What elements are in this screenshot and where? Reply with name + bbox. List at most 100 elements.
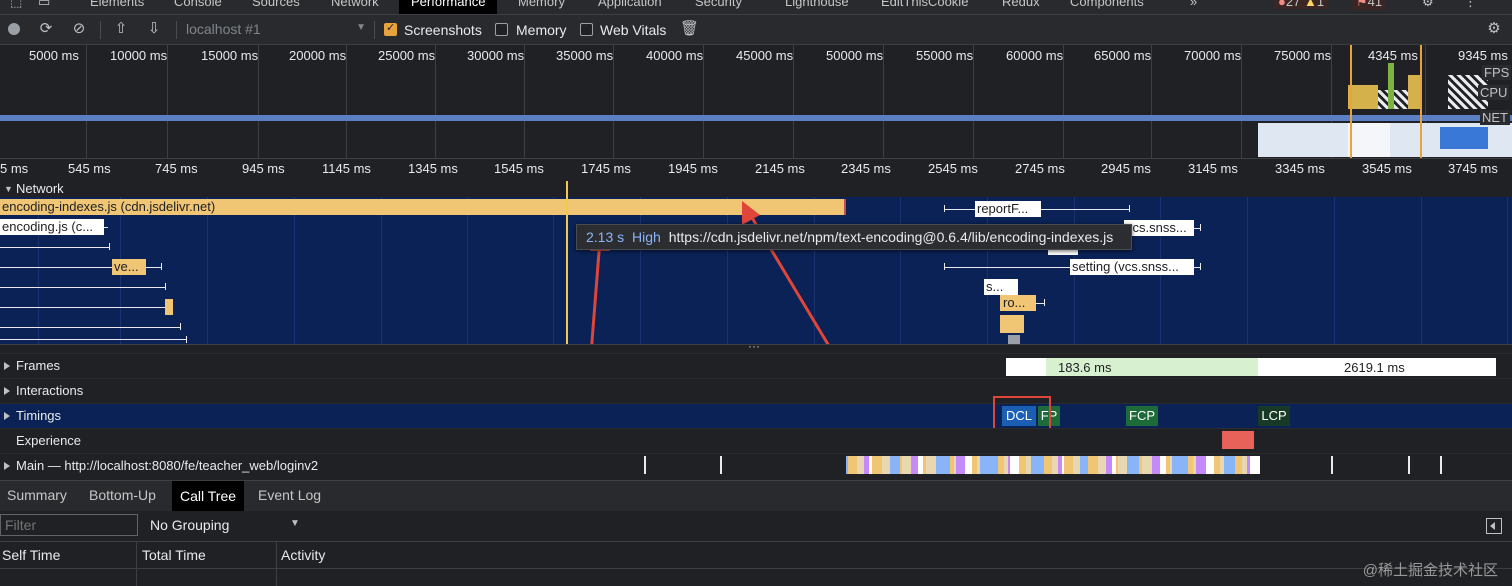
column-total-time[interactable]: Total Time [142,547,206,563]
tab-redux[interactable]: Redux [1002,0,1040,9]
tab-performance[interactable]: Performance [399,0,498,14]
main-task-block[interactable] [1088,456,1098,474]
upload-profile-icon[interactable]: ⇧ [113,21,129,37]
main-task-block[interactable] [1172,456,1181,474]
main-task-block[interactable] [902,456,911,474]
main-task-block[interactable] [1408,456,1410,474]
cpu-lane-label: CPU [1478,85,1510,100]
main-task-block[interactable] [1010,456,1019,474]
tab-application[interactable]: Application [598,0,662,9]
column-activity[interactable]: Activity [281,547,325,563]
selection-right-handle[interactable] [1420,45,1422,158]
toolbar-divider [176,21,177,39]
tab-bottom-up[interactable]: Bottom-Up [89,487,156,503]
settings-gear-icon[interactable]: ⚙ [1422,0,1434,10]
main-task-block[interactable] [882,456,890,474]
main-task-block[interactable] [1064,456,1073,474]
web-vitals-checkbox[interactable] [580,23,593,36]
target-select[interactable]: localhost #1 ▼ [186,21,366,39]
filter-input[interactable] [0,514,138,536]
frame-duration[interactable]: 183.6 ms [1058,360,1111,375]
tab-event-log[interactable]: Event Log [258,487,321,503]
main-task-block[interactable] [1118,456,1127,474]
main-task-block[interactable] [990,456,998,474]
main-task-block[interactable] [926,456,936,474]
fcp-marker[interactable]: FCP [1126,406,1158,426]
main-task-block[interactable] [980,456,990,474]
frames-track[interactable]: Frames 183.6 ms 2619.1 ms [0,353,1512,378]
experience-track[interactable]: Experience [0,428,1512,453]
main-task-block[interactable] [1196,456,1206,474]
main-task-block[interactable] [911,456,918,474]
main-task-block[interactable] [720,456,722,474]
tab-editthiscookie[interactable]: EditThisCookie [881,0,968,9]
main-task-block[interactable] [857,456,864,474]
device-toggle-icon[interactable]: ▭ [38,0,50,10]
main-task-block[interactable] [1073,456,1080,474]
main-task-block[interactable] [1250,456,1260,474]
target-select-value: localhost #1 [186,21,261,37]
column-self-time[interactable]: Self Time [2,547,60,563]
issues-badge[interactable]: ⚑41 [1352,0,1387,10]
tab-call-tree[interactable]: Call Tree [172,481,245,511]
memory-checkbox[interactable] [495,23,508,36]
selection-left-handle[interactable] [1350,45,1352,158]
main-task-block[interactable] [644,456,646,474]
frame-duration[interactable]: 2619.1 ms [1344,360,1405,375]
tab-summary[interactable]: Summary [7,487,67,503]
record-icon[interactable] [6,21,22,37]
main-task-block[interactable] [1034,456,1044,474]
more-tabs-icon[interactable]: » [1190,0,1197,9]
main-task-block[interactable] [1127,456,1134,474]
ruler-tick-label: 3745 ms [1448,161,1498,176]
main-task-block[interactable] [1226,456,1235,474]
main-task-block[interactable] [1181,456,1188,474]
main-task-block[interactable] [1440,456,1442,474]
tab-lighthouse[interactable]: Lighthouse [785,0,849,9]
timeline-overview[interactable]: 5000 ms 10000 ms 15000 ms 20000 ms 25000 ms 3… [0,45,1512,158]
main-task-block[interactable] [1098,456,1106,474]
timings-track[interactable]: Timings DCL FP FCP LCP [0,396,1512,444]
download-profile-icon[interactable]: ⇩ [146,21,162,37]
overview-grid-line [258,45,259,158]
error-count-badge[interactable]: ●27 ▲1 [1274,0,1329,9]
tab-sources[interactable]: Sources [252,0,300,9]
tab-console[interactable]: Console [174,0,222,9]
main-thread-track[interactable]: Main — http://localhost:8080/fe/teacher_… [0,453,1512,478]
lcp-marker[interactable]: LCP [1258,406,1290,426]
main-task-block[interactable] [1142,456,1152,474]
clear-icon[interactable]: ⊘ [71,21,87,37]
toggle-sidebar-icon[interactable] [1486,518,1502,534]
tab-elements[interactable]: Elements [90,0,144,9]
main-task-block[interactable] [1044,456,1052,474]
main-task-block[interactable] [1019,456,1026,474]
overview-grid-line [86,45,87,158]
tab-security[interactable]: Security [695,0,742,9]
main-task-block[interactable] [1235,456,1242,474]
more-menu-icon[interactable]: ⋮ [1464,0,1477,10]
tab-network[interactable]: Network [331,0,379,9]
overview-grid-line [1063,45,1064,158]
tab-components[interactable]: Components [1070,0,1144,9]
main-task-block[interactable] [1152,456,1160,474]
overview-grid-line [1241,45,1242,158]
main-task-block[interactable] [936,456,944,474]
network-track: ▼ Network encoding-indexes.js (cdn.jsdel… [0,181,1512,344]
capture-settings-gear-icon[interactable]: ⚙ [1486,21,1502,37]
screenshots-checkbox[interactable] [384,21,397,36]
tab-memory[interactable]: Memory [518,0,565,9]
main-task-block[interactable] [872,456,882,474]
overview-tick-label: 75000 ms [1274,48,1332,63]
main-task-block[interactable] [848,456,857,474]
main-task-block[interactable] [1206,456,1214,474]
trash-icon[interactable]: 🗑 [680,21,699,37]
main-task-block[interactable] [965,456,972,474]
grouping-select[interactable]: No Grouping ▼ [150,517,300,535]
reload-record-icon[interactable]: ⟳ [38,21,54,37]
interactions-track[interactable]: Interactions [0,378,1512,403]
main-task-block[interactable] [1331,456,1333,474]
layout-shift-marker[interactable] [1222,431,1254,449]
overview-tick-label: 50000 ms [826,48,884,63]
main-task-block[interactable] [956,456,965,474]
inspect-icon[interactable]: ⬚ [10,0,22,10]
